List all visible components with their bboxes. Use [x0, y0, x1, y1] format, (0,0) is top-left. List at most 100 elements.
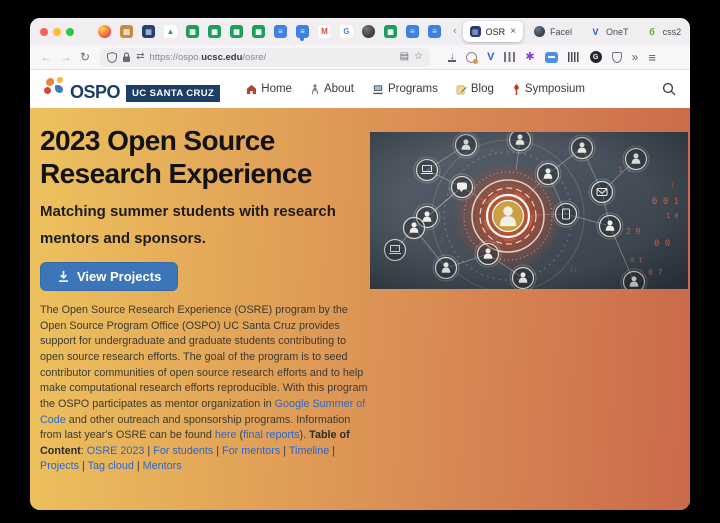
google-docs-icon[interactable]: [296, 25, 309, 38]
nav-item-symposium[interactable]: Symposium: [512, 83, 585, 95]
paragraph-text: |: [144, 445, 153, 457]
reader-mode-icon[interactable]: ▤: [400, 52, 409, 62]
firefox-icon[interactable]: [98, 25, 111, 38]
ospo-logo-icon: [44, 77, 64, 101]
paragraph-text: |: [213, 445, 222, 457]
url-text[interactable]: https://ospo.ucsc.edu/osre/: [149, 52, 394, 63]
blue-square-extension-icon[interactable]: [545, 52, 558, 63]
google-sheets-icon[interactable]: [384, 25, 397, 38]
paragraph-text: ).: [300, 429, 310, 441]
tab-onetab[interactable]: OneT: [583, 21, 636, 42]
paragraph-text: |: [280, 445, 289, 457]
overflow-menu-icon[interactable]: [632, 51, 639, 63]
tab-bar: ‹ OSR × Facel OneT css2 › ∨: [30, 18, 690, 45]
memo-icon: [456, 84, 467, 95]
torch-icon: [512, 84, 521, 95]
google-docs-icon[interactable]: [428, 25, 441, 38]
tab-favicon: [590, 26, 601, 37]
site-logo[interactable]: OSPO UC SANTA CRUZ: [44, 76, 220, 103]
minimize-window-button[interactable]: [53, 28, 61, 36]
paragraph-link[interactable]: here: [215, 429, 237, 441]
nav-item-blog[interactable]: Blog: [456, 83, 494, 95]
hero-network-image: 1001 01 1 9 6 0 1 1 0 2 9 0 0 0 1 0 7 1: [370, 132, 688, 289]
paragraph-link[interactable]: Mentors: [143, 460, 182, 472]
google-sheets-icon[interactable]: [186, 25, 199, 38]
paragraph-link[interactable]: For students: [153, 445, 213, 457]
tab-css[interactable]: css2: [640, 21, 689, 42]
nav-item-home[interactable]: Home: [246, 83, 292, 95]
gmail-icon[interactable]: [318, 25, 331, 38]
dark-sphere-icon[interactable]: [362, 25, 375, 38]
google-docs-icon[interactable]: [274, 25, 287, 38]
tab-label: css2: [663, 27, 682, 37]
back-icon[interactable]: ←: [40, 51, 52, 63]
paragraph-text: |: [134, 460, 143, 472]
home-icon: [246, 84, 257, 95]
nav-item-about[interactable]: About: [310, 83, 354, 95]
google-drive-icon[interactable]: [164, 25, 177, 38]
view-projects-button[interactable]: View Projects: [40, 262, 178, 291]
google-sheets-icon[interactable]: [230, 25, 243, 38]
computer-icon: [372, 84, 384, 95]
hero-paragraph: The Open Source Research Experience (OSR…: [40, 303, 368, 475]
close-window-button[interactable]: [40, 28, 48, 36]
paragraph-link[interactable]: final reports: [243, 429, 299, 441]
google-sheets-icon[interactable]: [208, 25, 221, 38]
window-controls: [40, 28, 74, 36]
paragraph-link[interactable]: For mentors: [222, 445, 280, 457]
page-subtitle: Matching summer students with research m…: [40, 198, 370, 252]
hero-section: 2023 Open Source Research Experience Mat…: [30, 108, 690, 510]
logo-text: OSPO: [70, 82, 120, 103]
google-docs-icon[interactable]: [406, 25, 419, 38]
tab-favicon: [470, 26, 481, 37]
g-circle-extension-icon[interactable]: [590, 51, 602, 63]
nav-items: Home About Programs Blog Symposium: [246, 83, 585, 95]
paragraph-text: |: [79, 460, 88, 472]
globe-extension-icon[interactable]: [466, 52, 477, 63]
tab-label: Facel: [550, 27, 572, 37]
nav-item-programs[interactable]: Programs: [372, 83, 438, 95]
download-icon: [57, 270, 70, 283]
google-icon[interactable]: [340, 25, 353, 38]
flower-extension-icon[interactable]: [525, 52, 534, 63]
hamburger-menu-icon[interactable]: [648, 51, 656, 64]
reload-icon[interactable]: ↻: [80, 51, 90, 63]
browser-toolbar: ← → ↻ ⇄ https://ospo.ucsc.edu/osre/ ▤ ☆: [30, 45, 690, 70]
paragraph-link[interactable]: OSRE 2023: [87, 445, 145, 457]
barcode-extension-icon[interactable]: [568, 52, 580, 62]
bookmark-star-icon[interactable]: ☆: [414, 52, 423, 62]
pinned-tabs: [98, 25, 441, 38]
paragraph-text: |: [329, 445, 335, 457]
paragraph-link[interactable]: Tag cloud: [88, 460, 134, 472]
shield-extension-icon[interactable]: [612, 52, 622, 63]
google-sheets-icon[interactable]: [252, 25, 265, 38]
bars-extension-icon[interactable]: [504, 52, 515, 62]
tab-favicon: [647, 26, 658, 37]
forward-icon[interactable]: →: [60, 51, 72, 63]
close-tab-icon[interactable]: ×: [510, 26, 516, 37]
search-icon[interactable]: [662, 82, 676, 96]
site-navbar: OSPO UC SANTA CRUZ Home About Programs B…: [30, 70, 690, 108]
navy-app-icon[interactable]: [142, 25, 155, 38]
person-icon: [310, 84, 320, 95]
url-bar[interactable]: ⇄ https://ospo.ucsc.edu/osre/ ▤ ☆: [100, 48, 430, 67]
paragraph-text: The Open Source Research Experience (OSR…: [40, 304, 367, 410]
tab-favicon: [534, 26, 545, 37]
tab-label: OSR: [486, 27, 506, 37]
browser-window: ‹ OSR × Facel OneT css2 › ∨ ← → ↻: [30, 18, 690, 510]
extension-icons: [448, 51, 656, 64]
paragraph-link[interactable]: Timeline: [289, 445, 329, 457]
logo-badge: UC SANTA CRUZ: [126, 85, 220, 102]
tab-active-ospo[interactable]: OSR ×: [463, 21, 523, 42]
permissions-swap-icon[interactable]: ⇄: [136, 52, 144, 62]
tab-label: OneT: [606, 27, 629, 37]
downloads-icon[interactable]: [448, 52, 456, 62]
v-logo-extension-icon[interactable]: [487, 52, 494, 63]
maximize-window-button[interactable]: [66, 28, 74, 36]
lock-icon[interactable]: [122, 52, 131, 63]
tracking-shield-icon[interactable]: [107, 52, 117, 63]
tab-facebook[interactable]: Facel: [527, 21, 579, 42]
paragraph-link[interactable]: Projects: [40, 460, 79, 472]
scroll-tabs-left-icon[interactable]: ‹: [451, 26, 459, 37]
orange-app-icon[interactable]: [120, 25, 133, 38]
